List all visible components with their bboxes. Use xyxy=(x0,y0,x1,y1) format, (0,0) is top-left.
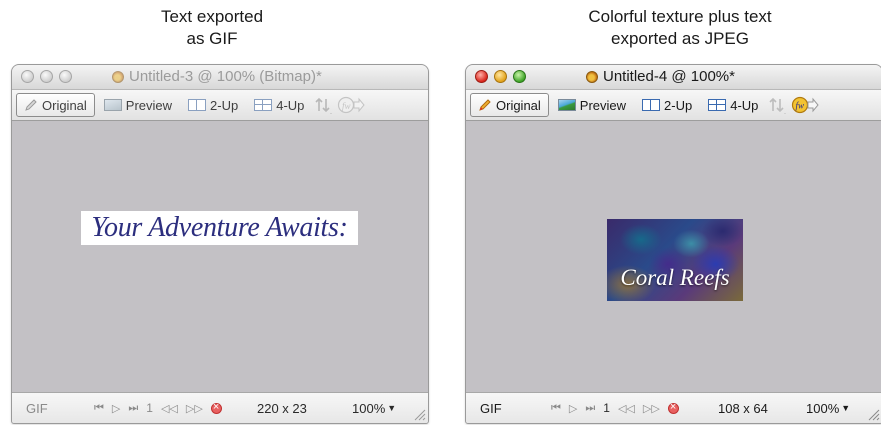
fireworks-launch-icon[interactable]: fw xyxy=(337,95,366,115)
window-title: Untitled-4 @ 100%* xyxy=(586,65,735,89)
window-controls xyxy=(21,70,72,83)
caption-left-line-2: as GIF xyxy=(186,29,238,48)
tab-2-up-label: 2-Up xyxy=(664,97,693,113)
jpeg-texture-image: Coral Reefs xyxy=(607,219,743,301)
last-frame-icon[interactable]: ⏭ xyxy=(585,402,595,415)
caption-right-line-1: Colorful texture plus text xyxy=(588,7,772,26)
tab-2-up[interactable]: 2-Up xyxy=(181,94,245,116)
zoom-button[interactable] xyxy=(59,70,72,83)
tab-original-label: Original xyxy=(42,97,87,113)
preview-icon xyxy=(557,99,576,111)
view-toolbar: Original Preview 2-Up 4-Up fw xyxy=(466,90,881,121)
status-bar: GIF ⏮ ▷ ⏭ 1 ◁◁ ▷▷ 108 x 64 100% ▼ xyxy=(466,392,881,423)
prev-frame-icon[interactable]: ◁◁ xyxy=(618,402,635,415)
close-button[interactable] xyxy=(21,70,34,83)
zoom-level: 100% xyxy=(806,400,840,416)
view-toolbar: Original Preview 2-Up 4-Up fw xyxy=(12,90,428,121)
zoom-menu[interactable]: 100% ▼ xyxy=(806,401,850,416)
gif-text-image: Your Adventure Awaits: xyxy=(81,211,358,245)
tab-2-up-label: 2-Up xyxy=(210,97,239,113)
caption-left: Text exported as GIF xyxy=(112,6,312,50)
play-icon[interactable]: ▷ xyxy=(112,402,120,415)
export-format: GIF xyxy=(480,400,502,416)
tab-2-up[interactable]: 2-Up xyxy=(635,94,699,116)
caption-right: Colorful texture plus text exported as J… xyxy=(550,6,810,50)
minimize-button[interactable] xyxy=(40,70,53,83)
document-canvas[interactable]: Your Adventure Awaits: xyxy=(12,121,428,392)
tab-preview-label: Preview xyxy=(125,97,173,113)
tab-4-up-label: 4-Up xyxy=(730,97,759,113)
stop-icon[interactable] xyxy=(210,401,222,414)
document-window-jpeg[interactable]: Untitled-4 @ 100%* Original Preview 2-Up… xyxy=(465,64,881,424)
image-dimensions: 220 x 23 xyxy=(257,400,307,416)
svg-text:fw: fw xyxy=(342,101,351,111)
resize-grip-icon[interactable] xyxy=(866,407,880,421)
chevron-down-icon: ▼ xyxy=(841,403,851,413)
window-controls xyxy=(475,70,526,83)
tab-original-label: Original xyxy=(496,97,541,113)
fireworks-launch-icon[interactable]: fw xyxy=(791,95,820,115)
stop-icon[interactable] xyxy=(667,401,679,414)
tab-original[interactable]: Original xyxy=(16,93,95,117)
jpeg-image-caption: Coral Reefs xyxy=(620,265,730,290)
close-button[interactable] xyxy=(475,70,488,83)
prev-frame-icon[interactable]: ◁◁ xyxy=(161,402,178,415)
first-frame-icon[interactable]: ⏮ xyxy=(94,402,104,415)
four-up-icon xyxy=(254,99,273,111)
two-up-icon xyxy=(642,99,661,111)
tab-4-up-label: 4-Up xyxy=(276,97,305,113)
zoom-button[interactable] xyxy=(513,70,526,83)
minimize-button[interactable] xyxy=(494,70,507,83)
frame-controls: ⏮ ▷ ⏭ 1 ◁◁ ▷▷ xyxy=(94,401,222,415)
export-format: GIF xyxy=(26,400,48,416)
export-arrows-icon[interactable] xyxy=(313,95,335,115)
four-up-icon xyxy=(708,99,727,111)
next-frame-icon[interactable]: ▷▷ xyxy=(643,402,660,415)
document-proxy-icon[interactable] xyxy=(586,71,598,83)
caption-left-line-1: Text exported xyxy=(160,7,264,26)
last-frame-icon[interactable]: ⏭ xyxy=(128,402,138,415)
zoom-menu[interactable]: 100% ▼ xyxy=(352,401,396,416)
tab-original[interactable]: Original xyxy=(470,93,549,117)
next-frame-icon[interactable]: ▷▷ xyxy=(186,402,203,415)
pencil-icon xyxy=(25,99,37,111)
document-canvas[interactable]: Coral Reefs xyxy=(466,121,881,392)
caption-right-line-2: exported as JPEG xyxy=(611,29,749,48)
export-arrows-icon[interactable] xyxy=(767,95,789,115)
status-bar: GIF ⏮ ▷ ⏭ 1 ◁◁ ▷▷ 220 x 23 100% ▼ xyxy=(12,392,428,423)
document-window-gif[interactable]: Untitled-3 @ 100% (Bitmap)* Original Pre… xyxy=(11,64,429,424)
preview-icon xyxy=(103,99,122,111)
frame-number: 1 xyxy=(603,401,610,415)
tab-preview[interactable]: Preview xyxy=(551,94,633,116)
frame-number: 1 xyxy=(146,401,153,415)
chevron-down-icon: ▼ xyxy=(387,403,397,413)
tab-preview[interactable]: Preview xyxy=(97,94,179,116)
zoom-level: 100% xyxy=(352,400,386,416)
first-frame-icon[interactable]: ⏮ xyxy=(551,402,561,415)
window-title-text: Untitled-3 @ 100% (Bitmap)* xyxy=(129,68,322,85)
pencil-icon xyxy=(479,99,491,111)
two-up-icon xyxy=(188,99,207,111)
tab-4-up[interactable]: 4-Up xyxy=(247,94,311,116)
document-proxy-icon[interactable] xyxy=(112,71,124,83)
resize-grip-icon[interactable] xyxy=(412,407,426,421)
svg-text:fw: fw xyxy=(796,101,805,111)
window-title: Untitled-3 @ 100% (Bitmap)* xyxy=(112,65,322,89)
title-bar[interactable]: Untitled-3 @ 100% (Bitmap)* xyxy=(12,65,428,90)
tab-4-up[interactable]: 4-Up xyxy=(701,94,765,116)
image-dimensions: 108 x 64 xyxy=(718,400,768,416)
play-icon[interactable]: ▷ xyxy=(569,402,577,415)
frame-controls: ⏮ ▷ ⏭ 1 ◁◁ ▷▷ xyxy=(551,401,679,415)
tab-preview-label: Preview xyxy=(579,97,627,113)
window-title-text: Untitled-4 @ 100%* xyxy=(603,68,735,85)
title-bar[interactable]: Untitled-4 @ 100%* xyxy=(466,65,881,90)
